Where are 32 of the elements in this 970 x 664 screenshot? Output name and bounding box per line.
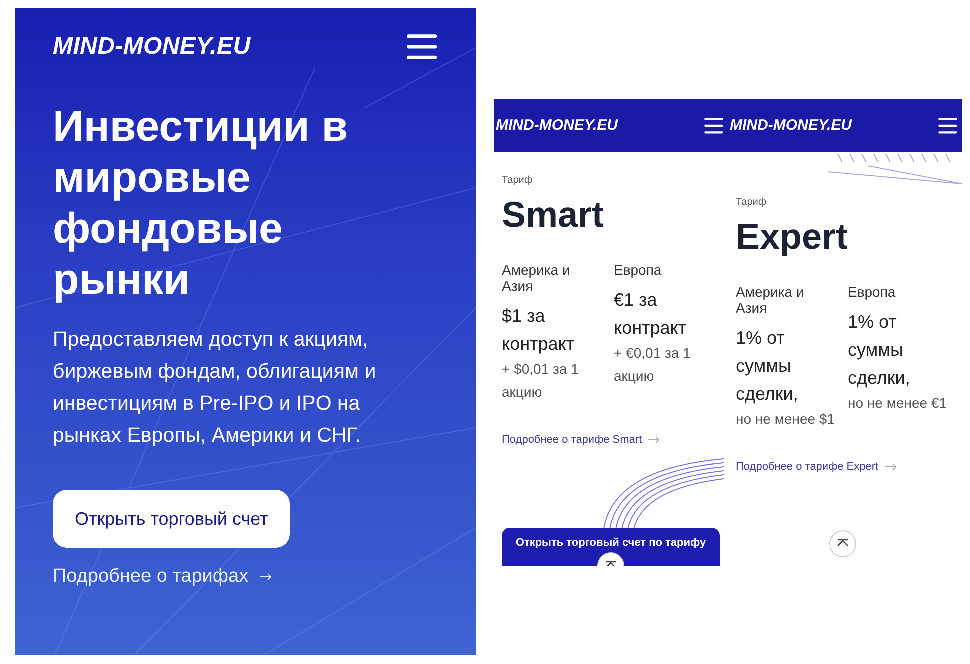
open-account-tariff-button[interactable]: Открыть торговый счет по тарифу	[502, 528, 720, 566]
arrow-right-icon	[258, 573, 273, 581]
price-text: $1 за контракт	[502, 305, 576, 356]
price-note: но не менее €1	[848, 394, 948, 413]
arrow-right-icon	[884, 463, 898, 471]
region-name: Европа	[614, 262, 663, 278]
price-text: 1% от суммы сделки,	[736, 327, 800, 406]
site-logo[interactable]: MIND-MONEY.EU	[730, 117, 852, 134]
open-account-button[interactable]: Открыть торговый счет	[53, 490, 290, 548]
site-logo[interactable]: MIND-MONEY.EU	[496, 117, 618, 134]
tariffs-link[interactable]: Подробнее о тарифах	[53, 566, 249, 588]
tariff-name: Smart	[502, 194, 606, 236]
scroll-up-icon[interactable]	[829, 530, 857, 558]
price-text: €1 за контракт	[614, 289, 688, 340]
menu-icon[interactable]	[938, 116, 958, 136]
tariff-name: Expert	[736, 216, 850, 258]
region-name: Америка и Азия	[736, 284, 806, 316]
price-note: + €0,01 за 1 акцию	[614, 344, 692, 386]
tariff-label: Тариф	[502, 175, 534, 186]
site-logo[interactable]: MIND-MONEY.EU	[53, 33, 251, 61]
price-text: 1% от суммы сделки,	[848, 311, 912, 390]
region-name: Европа	[848, 284, 897, 300]
tariff-details-link[interactable]: Подробнее о тарифе Expert	[736, 461, 879, 473]
region-name: Америка и Азия	[502, 262, 572, 294]
hero-title: Инвестиции в мировые фондовые рынки	[53, 102, 350, 306]
price-note: но не менее $1	[736, 410, 836, 429]
arrow-right-icon	[647, 436, 662, 444]
tariff-label: Тариф	[736, 197, 768, 208]
price-note: + $0,01 за 1 акцию	[502, 360, 580, 402]
tariff-details-link[interactable]: Подробнее о тарифе Smart	[502, 434, 642, 446]
hero-description: Предоставляем доступ к акциям, биржевым фондам, облигациям и инвестициям в Pre-IPO и IPO на рынках Европы, Америки и СНГ.	[53, 327, 378, 449]
menu-icon[interactable]	[704, 116, 724, 136]
